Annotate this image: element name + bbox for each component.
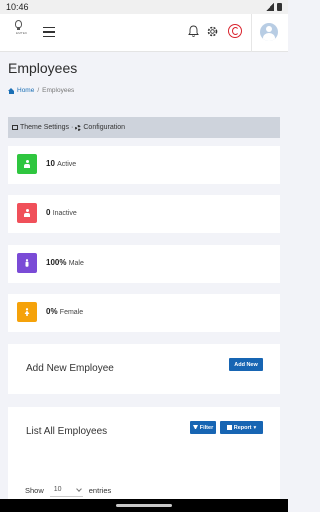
stat-value: 100% <box>46 258 67 267</box>
card-title: Add New Employee <box>26 363 114 374</box>
stat-value: 0% <box>46 307 58 316</box>
male-icon <box>25 259 29 267</box>
report-dropdown-button[interactable]: Report ▾ <box>220 421 263 434</box>
logo-text: EMTEK <box>16 31 28 35</box>
app-logo[interactable]: EMTEK <box>12 20 32 42</box>
entries-select[interactable]: 10 <box>49 483 83 497</box>
themebar-separator: · <box>71 124 74 131</box>
home-icon <box>8 87 15 94</box>
filter-button[interactable]: Filter <box>190 421 216 434</box>
male-badge <box>17 253 37 273</box>
gear-icon[interactable] <box>206 25 219 38</box>
entries-value: 10 <box>53 486 62 493</box>
inactive-badge <box>17 203 37 223</box>
show-label: Show <box>25 485 44 495</box>
theme-settings-bar: Theme Settings · Configuration <box>8 117 280 138</box>
divider <box>251 14 252 52</box>
status-bar: 10:46 <box>0 0 288 14</box>
user-icon <box>24 160 30 168</box>
page-title: Employees <box>8 60 78 76</box>
bell-icon[interactable] <box>188 25 199 38</box>
stat-card-inactive: 0 Inactive <box>8 195 280 233</box>
system-nav-bar <box>0 499 288 512</box>
lightbulb-icon <box>15 20 22 28</box>
user-avatar[interactable] <box>260 23 278 41</box>
entries-label: entries <box>88 485 112 495</box>
stat-value: 0 <box>46 208 51 217</box>
home-gesture-handle[interactable] <box>116 504 172 507</box>
menu-toggle-icon[interactable] <box>43 27 55 37</box>
theme-settings-link[interactable]: Theme Settings <box>20 124 69 131</box>
window-icon <box>12 125 18 130</box>
brand-c-icon[interactable] <box>228 24 242 38</box>
breadcrumb: Home / Employees <box>8 87 74 94</box>
breadcrumb-home-label: Home <box>17 87 35 94</box>
card-title: List All Employees <box>26 426 108 437</box>
status-icons <box>266 3 282 11</box>
list-employees-card: List All Employees Filter Report ▾ Show … <box>8 407 280 499</box>
user-times-icon <box>24 209 30 217</box>
add-new-button[interactable]: Add New <box>229 358 263 371</box>
chevron-down-icon <box>75 485 82 492</box>
report-icon <box>226 425 232 430</box>
active-badge <box>17 154 37 174</box>
female-badge <box>17 302 37 322</box>
status-time: 10:46 <box>6 2 29 12</box>
stat-card-active: 10 Active <box>8 146 280 184</box>
stat-label: Male <box>68 260 84 267</box>
filter-button-label: Filter <box>199 424 214 431</box>
cog-icon <box>75 124 82 131</box>
report-button-label: Report <box>233 424 252 431</box>
configuration-link[interactable]: Configuration <box>83 124 125 131</box>
top-navbar: EMTEK <box>0 14 288 52</box>
entries-control: Show 10 entries <box>25 483 111 497</box>
filter-icon <box>192 425 198 430</box>
breadcrumb-home-link[interactable]: Home <box>8 87 34 94</box>
add-employee-card: Add New Employee Add New <box>8 344 280 394</box>
stat-label: Active <box>57 161 77 168</box>
breadcrumb-current: Employees <box>42 87 75 94</box>
stat-label: Female <box>59 309 84 316</box>
signal-icon <box>266 3 274 11</box>
battery-icon <box>277 3 282 11</box>
stat-value: 10 <box>46 159 55 168</box>
stat-label: Inactive <box>52 210 77 217</box>
female-icon <box>24 308 30 316</box>
stat-card-male: 100% Male <box>8 245 280 283</box>
stat-card-female: 0% Female <box>8 294 280 332</box>
breadcrumb-separator: / <box>37 87 40 94</box>
caret-down-icon: ▾ <box>253 424 257 431</box>
